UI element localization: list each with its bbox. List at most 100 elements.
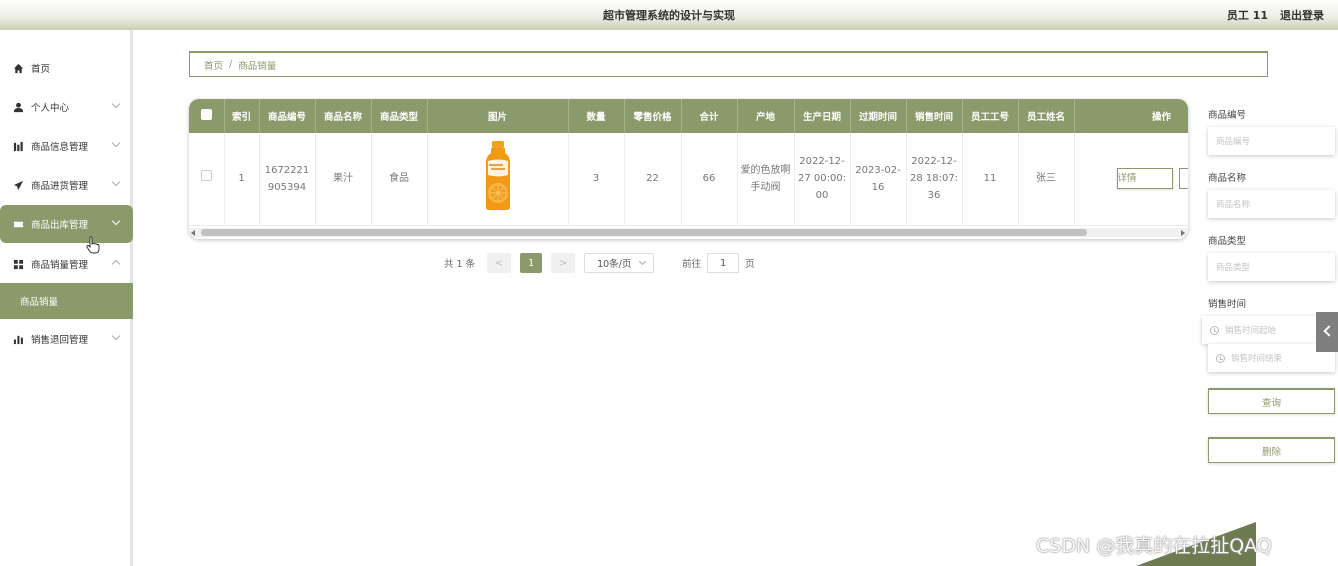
column-header: 图片 (427, 99, 569, 133)
row-checkbox-cell[interactable] (189, 133, 225, 226)
column-header: 操作 (1074, 99, 1188, 133)
sidebar-item-product-info[interactable]: 商品信息管理 (0, 127, 133, 165)
horizontal-scrollbar[interactable] (189, 228, 1188, 237)
filter-code-input[interactable]: 商品编号 (1208, 127, 1335, 155)
sidebar-item-label: 商品销量管理 (31, 260, 89, 271)
filter-name-label: 商品名称 (1208, 173, 1247, 184)
product-image (485, 140, 510, 210)
chevron-down-icon (111, 331, 121, 341)
select-all-checkbox[interactable] (189, 99, 225, 133)
page-button-current[interactable]: 1 (520, 253, 543, 273)
detail-button[interactable]: 详情 (1116, 168, 1173, 190)
sidebar-item-purchase[interactable]: 商品进货管理 (0, 166, 133, 204)
checkbox-icon[interactable] (200, 109, 212, 120)
column-header: 索引 (224, 99, 260, 133)
cell-code: 1672221905394 (259, 133, 316, 226)
sidebar-item-label: 销售退回管理 (31, 335, 89, 346)
sidebar-item-home[interactable]: 首页 (0, 49, 133, 87)
watermark: CSDN @我真的在拉扯QAQ (1036, 535, 1272, 557)
cell-emp-name: 张三 (1018, 133, 1075, 226)
chevron-down-icon (111, 138, 121, 148)
column-header: 合计 (681, 99, 738, 133)
sidebar-item-outbound[interactable]: 商品出库管理 (0, 205, 133, 243)
cell-emp-id: 11 (962, 133, 1019, 226)
cell-actions: 详情 (1074, 133, 1188, 226)
chevron-down-icon (111, 99, 121, 109)
chevron-left-icon (1323, 325, 1335, 337)
column-header: 零售价格 (624, 99, 682, 133)
column-header: 商品名称 (315, 99, 372, 133)
column-header: 商品编号 (259, 99, 316, 133)
current-user: 员工 11 (1226, 9, 1268, 22)
filter-type-label: 商品类型 (1208, 236, 1247, 247)
app-title: 超市管理系统的设计与实现 (603, 9, 735, 22)
pagination: 共 1 条 < 1 > 10条/页 前往 1 页 (444, 253, 755, 273)
filter-name-input[interactable]: 商品名称 (1208, 190, 1335, 218)
column-header: 员工工号 (962, 99, 1019, 133)
hand-cursor-icon (86, 236, 100, 254)
page-size-select[interactable]: 10条/页 (584, 253, 655, 273)
sales-table: 索引 商品编号 商品名称 商品类型 图片 数量 零售价格 合计 产地 生产日期 … (189, 99, 1188, 239)
breadcrumb-home[interactable]: 首页 (204, 58, 223, 72)
table-row: 1 1672221905394 果汁 食品 3 22 66 爱的色放啊手动阀 2… (189, 133, 1188, 226)
chart-icon (12, 140, 24, 152)
cell-index: 1 (224, 133, 260, 226)
sidebar-item-label: 个人中心 (31, 103, 70, 114)
cell-image (427, 133, 569, 226)
bar-chart-icon (12, 333, 24, 345)
total-count: 共 1 条 (444, 259, 476, 270)
next-page-button[interactable]: > (551, 253, 576, 273)
filter-time-start[interactable]: 销售时间起始 (1202, 316, 1329, 344)
top-header: 超市管理系统的设计与实现 员工 11 退出登录 (0, 0, 1338, 30)
chevron-up-icon (111, 259, 121, 269)
home-icon (12, 62, 24, 74)
cell-type: 食品 (371, 133, 428, 226)
column-header: 生产日期 (794, 99, 851, 133)
chevron-down-icon (111, 177, 121, 187)
user-icon (12, 101, 24, 113)
column-header: 销售时间 (906, 99, 963, 133)
clock-icon (1216, 353, 1225, 363)
sidebar-item-label: 商品信息管理 (31, 142, 89, 153)
scroll-right-icon[interactable] (1181, 230, 1185, 236)
goto-page-input[interactable]: 1 (707, 253, 740, 273)
sidebar-item-returns[interactable]: 销售退回管理 (0, 320, 133, 358)
cell-origin: 爱的色放啊手动阀 (737, 133, 795, 226)
query-button[interactable]: 查询 (1208, 388, 1335, 414)
placeholder-text: 销售时间结束 (1231, 354, 1283, 364)
scrollbar-thumb[interactable] (201, 229, 1087, 236)
breadcrumb-separator: / (229, 59, 233, 70)
goto-label: 前往 (682, 259, 702, 270)
cell-expires: 2023-02-16 (850, 133, 907, 226)
scroll-left-icon[interactable] (191, 230, 195, 236)
checkbox-icon[interactable] (200, 170, 212, 182)
sidebar-item-profile[interactable]: 个人中心 (0, 88, 133, 126)
edit-button-partial[interactable] (1178, 168, 1188, 190)
delete-button[interactable]: 删除 (1208, 437, 1335, 463)
cell-price: 22 (624, 133, 682, 226)
column-header: 过期时间 (850, 99, 907, 133)
placeholder-text: 销售时间起始 (1225, 326, 1277, 336)
column-header: 商品类型 (371, 99, 428, 133)
grid-icon (12, 258, 24, 270)
filter-type-input[interactable]: 商品类型 (1208, 253, 1335, 281)
sidebar-subitem-sales[interactable]: 商品销量 (0, 283, 133, 319)
sidebar-item-label: 商品出库管理 (31, 220, 89, 231)
sidebar-item-label: 商品进货管理 (31, 181, 89, 192)
sidebar-subitem-label: 商品销量 (20, 297, 59, 308)
collapse-tab[interactable] (1316, 312, 1338, 352)
column-header: 产地 (737, 99, 795, 133)
sidebar-item-sales[interactable]: 商品销量管理 (0, 245, 133, 283)
placeholder-text: 商品类型 (1216, 263, 1251, 273)
send-icon (12, 179, 24, 191)
column-header: 员工姓名 (1018, 99, 1075, 133)
cell-name: 果汁 (315, 133, 372, 226)
prev-page-button[interactable]: < (487, 253, 512, 273)
goto-suffix: 页 (745, 259, 755, 270)
page-size-value: 10条/页 (597, 259, 632, 270)
column-header: 数量 (568, 99, 625, 133)
logout-link[interactable]: 退出登录 (1280, 7, 1324, 23)
breadcrumb: 首页 / 商品销量 (189, 51, 1268, 77)
chevron-down-icon (111, 216, 121, 226)
filter-code-label: 商品编号 (1208, 110, 1247, 121)
